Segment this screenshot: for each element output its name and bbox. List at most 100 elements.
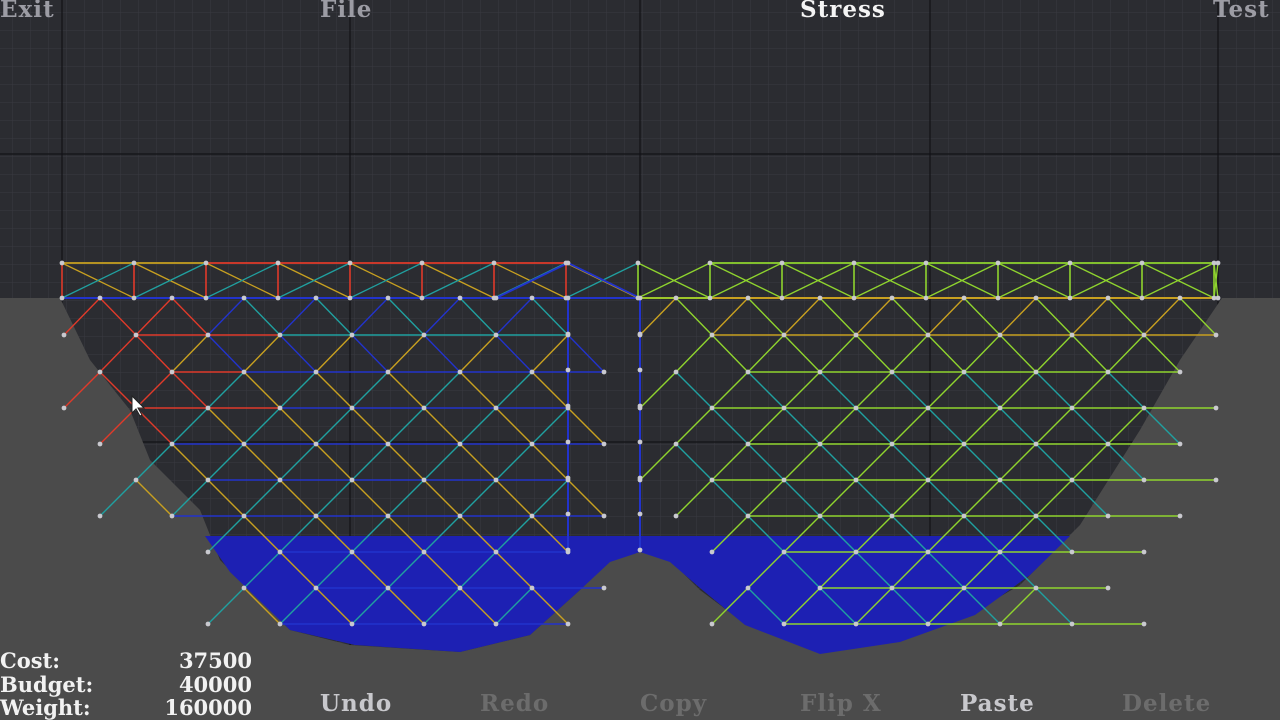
bridge-joint[interactable] [97, 295, 103, 301]
bridge-joint[interactable] [709, 405, 715, 411]
bridge-joint[interactable] [601, 441, 607, 447]
bridge-joint[interactable] [1139, 295, 1145, 301]
test-menu-button[interactable]: Test [1213, 0, 1270, 23]
bridge-joint[interactable] [637, 547, 643, 553]
bridge-joint[interactable] [779, 295, 785, 301]
undo-button[interactable]: Undo [320, 690, 392, 717]
bridge-joint[interactable] [457, 441, 463, 447]
bridge-joint[interactable] [385, 585, 391, 591]
bridge-joint[interactable] [1141, 621, 1147, 627]
bridge-joint[interactable] [601, 585, 607, 591]
bridge-joint[interactable] [637, 439, 643, 445]
bridge-joint[interactable] [1177, 513, 1183, 519]
bridge-joint[interactable] [1105, 585, 1111, 591]
bridge-joint[interactable] [817, 513, 823, 519]
bridge-joint[interactable] [1069, 405, 1075, 411]
bridge-joint[interactable] [995, 260, 1001, 266]
bridge-joint[interactable] [241, 295, 247, 301]
bridge-joint[interactable] [925, 621, 931, 627]
bridge-joint[interactable] [205, 621, 211, 627]
bridge-joint[interactable] [853, 549, 859, 555]
bridge-joint[interactable] [997, 621, 1003, 627]
bridge-joint[interactable] [457, 585, 463, 591]
bridge-joint[interactable] [1177, 369, 1183, 375]
bridge-joint[interactable] [349, 621, 355, 627]
bridge-joint[interactable] [817, 369, 823, 375]
bridge-joint[interactable] [1069, 332, 1075, 338]
bridge-joint[interactable] [385, 513, 391, 519]
delete-button[interactable]: Delete [1122, 690, 1211, 717]
bridge-joint[interactable] [745, 369, 751, 375]
bridge-joint[interactable] [851, 260, 857, 266]
bridge-joint[interactable] [275, 295, 281, 301]
bridge-joint[interactable] [277, 332, 283, 338]
bridge-joint[interactable] [349, 405, 355, 411]
bridge-joint[interactable] [961, 441, 967, 447]
bridge-joint[interactable] [673, 369, 679, 375]
bridge-joint[interactable] [1067, 260, 1073, 266]
bridge-joint[interactable] [1033, 369, 1039, 375]
bridge-joint[interactable] [961, 513, 967, 519]
bridge-joint[interactable] [97, 369, 103, 375]
bridge-joint[interactable] [565, 295, 571, 301]
bridge-joint[interactable] [637, 331, 643, 337]
bridge-joint[interactable] [131, 260, 137, 266]
bridge-joint[interactable] [1141, 549, 1147, 555]
bridge-joint[interactable] [421, 549, 427, 555]
bridge-joint[interactable] [421, 332, 427, 338]
bridge-joint[interactable] [779, 260, 785, 266]
bridge-joint[interactable] [59, 260, 65, 266]
bridge-joint[interactable] [97, 441, 103, 447]
bridge-joint[interactable] [673, 295, 679, 301]
bridge-joint[interactable] [853, 621, 859, 627]
bridge-joint[interactable] [601, 513, 607, 519]
bridge-joint[interactable] [131, 295, 137, 301]
bridge-joint[interactable] [61, 332, 67, 338]
bridge-joint[interactable] [745, 295, 751, 301]
bridge-joint[interactable] [1213, 332, 1219, 338]
bridge-joint[interactable] [1033, 441, 1039, 447]
bridge-joint[interactable] [961, 295, 967, 301]
bridge-joint[interactable] [203, 260, 209, 266]
bridge-joint[interactable] [385, 295, 391, 301]
bridge-joint[interactable] [781, 477, 787, 483]
bridge-joint[interactable] [889, 295, 895, 301]
bridge-joint[interactable] [745, 513, 751, 519]
bridge-joint[interactable] [925, 405, 931, 411]
bridge-joint[interactable] [241, 585, 247, 591]
bridge-joint[interactable] [277, 549, 283, 555]
bridge-joint[interactable] [169, 513, 175, 519]
bridge-joint[interactable] [347, 260, 353, 266]
file-menu-button[interactable]: File [320, 0, 372, 23]
bridge-joint[interactable] [313, 295, 319, 301]
bridge-joint[interactable] [203, 295, 209, 301]
bridge-joint[interactable] [781, 332, 787, 338]
bridge-joint[interactable] [565, 260, 571, 266]
bridge-joint[interactable] [1067, 295, 1073, 301]
bridge-joint[interactable] [889, 513, 895, 519]
bridge-joint[interactable] [997, 549, 1003, 555]
bridge-joint[interactable] [205, 477, 211, 483]
bridge-joint[interactable] [781, 405, 787, 411]
bridge-joint[interactable] [925, 549, 931, 555]
bridge-joint[interactable] [493, 549, 499, 555]
stress-menu-button[interactable]: Stress [800, 0, 886, 23]
bridge-joint[interactable] [419, 295, 425, 301]
bridge-joint[interactable] [889, 585, 895, 591]
bridge-joint[interactable] [59, 295, 65, 301]
bridge-joint[interactable] [1141, 405, 1147, 411]
bridge-editor-canvas[interactable] [0, 0, 1280, 720]
bridge-joint[interactable] [529, 369, 535, 375]
bridge-joint[interactable] [565, 511, 571, 517]
bridge-joint[interactable] [133, 477, 139, 483]
bridge-joint[interactable] [707, 295, 713, 301]
bridge-joint[interactable] [635, 260, 641, 266]
bridge-joint[interactable] [565, 331, 571, 337]
bridge-joint[interactable] [313, 441, 319, 447]
bridge-joint[interactable] [419, 260, 425, 266]
redo-button[interactable]: Redo [480, 690, 549, 717]
bridge-joint[interactable] [1033, 295, 1039, 301]
bridge-joint[interactable] [313, 585, 319, 591]
bridge-joint[interactable] [493, 477, 499, 483]
bridge-joint[interactable] [637, 367, 643, 373]
